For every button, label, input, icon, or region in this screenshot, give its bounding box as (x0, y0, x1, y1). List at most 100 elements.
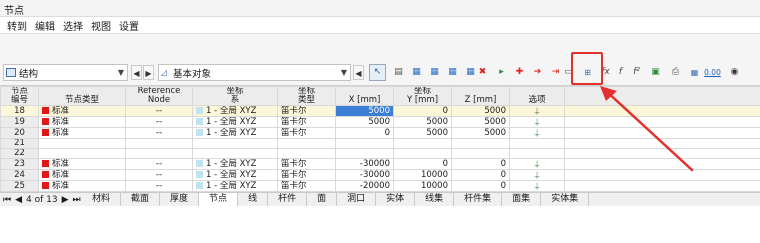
table-row[interactable]: 21 (0, 138, 760, 149)
menu-edit[interactable]: 编辑 (31, 18, 59, 33)
options-cell[interactable]: ⍊ (509, 116, 565, 128)
x-cell[interactable]: -20000 (335, 180, 394, 192)
tab-5[interactable]: 杆件 (268, 192, 308, 207)
spacer-cell[interactable] (564, 158, 760, 170)
x-cell[interactable]: 5000 (335, 116, 394, 128)
spacer-cell[interactable] (564, 169, 760, 181)
tab-4[interactable]: 线 (238, 192, 269, 207)
node-number-cell[interactable]: 18 (0, 105, 39, 117)
x-cell[interactable]: 0 (335, 127, 394, 139)
menu-view[interactable]: 视图 (87, 18, 115, 33)
node-number-cell[interactable]: 21 (0, 138, 39, 149)
last-page-icon[interactable]: ⏭ (73, 195, 81, 205)
coord-system-cell[interactable]: 1 - 全局 XYZ (192, 127, 278, 139)
coord-type-cell[interactable]: 笛卡尔 (277, 127, 336, 139)
node-type-cell[interactable]: 标准 (38, 180, 126, 192)
menu-goto[interactable]: 转到 (3, 18, 31, 33)
coord-system-cell[interactable]: 1 - 全局 XYZ (192, 158, 278, 170)
export-excel-icon[interactable]: ▣ (647, 64, 664, 81)
tab-2[interactable]: 厚度 (160, 192, 200, 207)
coord-system-cell[interactable] (192, 138, 278, 149)
x-cell[interactable] (335, 138, 394, 149)
prev-button[interactable]: ◀ (131, 65, 142, 80)
node-number-cell[interactable]: 22 (0, 148, 39, 159)
table-view-icon[interactable]: ▦ (408, 64, 425, 81)
z-cell[interactable]: 0 (451, 158, 510, 170)
coord-type-cell[interactable]: 笛卡尔 (277, 158, 336, 170)
spacer-cell[interactable] (564, 105, 760, 117)
y-cell[interactable] (393, 148, 452, 159)
options-cell[interactable]: ⍊ (509, 158, 565, 170)
table-row[interactable]: 23 标准 -- 1 - 全局 XYZ 笛卡尔 -30000 0 0 ⍊ (0, 158, 760, 170)
x-cell[interactable]: 5000 (335, 105, 394, 117)
options-cell[interactable] (509, 148, 565, 159)
structure-combo[interactable]: 结构 ▼ (3, 64, 128, 81)
node-number-cell[interactable]: 20 (0, 127, 39, 139)
tab-7[interactable]: 洞口 (337, 192, 377, 207)
node-type-cell[interactable]: 标准 (38, 169, 126, 181)
coord-type-cell[interactable]: 笛卡尔 (277, 105, 336, 117)
move-rows-icon[interactable]: ➔ (529, 64, 546, 81)
filter-icon[interactable]: ▦ (444, 64, 461, 81)
search-icon[interactable]: ◉ (726, 64, 743, 81)
z-cell[interactable]: 0 (451, 180, 510, 192)
insert-row-icon[interactable]: ▸ (493, 64, 510, 81)
options-cell[interactable] (509, 138, 565, 149)
reference-node-cell[interactable]: -- (125, 127, 193, 139)
reference-node-cell[interactable]: -- (125, 158, 193, 170)
function-sup-icon[interactable]: f² (628, 64, 645, 81)
table-row[interactable]: 20 标准 -- 1 - 全局 XYZ 笛卡尔 0 5000 5000 ⍊ (0, 127, 760, 139)
z-cell[interactable]: 0 (451, 169, 510, 181)
node-type-cell[interactable]: 标准 (38, 105, 126, 117)
z-cell[interactable]: 5000 (451, 105, 510, 117)
select-area-icon[interactable]: ▤ (390, 64, 407, 81)
delete-rows-icon[interactable]: ✚ (511, 64, 528, 81)
decimal-places-icon[interactable]: 0.00 (704, 64, 721, 81)
spacer-cell[interactable] (564, 138, 760, 149)
z-cell[interactable] (451, 138, 510, 149)
coord-type-cell[interactable] (277, 148, 336, 159)
x-cell[interactable] (335, 148, 394, 159)
y-cell[interactable]: 10000 (393, 169, 452, 181)
spacer-cell[interactable] (564, 180, 760, 192)
tab-9[interactable]: 线集 (415, 192, 455, 207)
y-cell[interactable]: 5000 (393, 127, 452, 139)
options-cell[interactable]: ⍊ (509, 105, 565, 117)
next-button[interactable]: ▶ (143, 65, 154, 80)
options-cell[interactable]: ⍊ (509, 180, 565, 192)
tab-8[interactable]: 实体 (376, 192, 416, 207)
tab-11[interactable]: 面集 (502, 192, 542, 207)
table-row[interactable]: 18 标准 -- 1 - 全局 XYZ 笛卡尔 5000 0 5000 ⍊ (0, 105, 760, 117)
tab-3[interactable]: 节点 (199, 192, 239, 207)
y-cell[interactable]: 5000 (393, 116, 452, 128)
reference-node-cell[interactable]: -- (125, 116, 193, 128)
print-table-icon[interactable]: ⎙ (667, 64, 684, 81)
spacer-cell[interactable] (564, 127, 760, 139)
z-cell[interactable]: 5000 (451, 116, 510, 128)
coord-type-cell[interactable]: 笛卡尔 (277, 180, 336, 192)
tab-12[interactable]: 实体集 (541, 192, 590, 207)
spacer-cell[interactable] (564, 116, 760, 128)
reference-node-cell[interactable] (125, 148, 193, 159)
column-width-icon[interactable]: ▦ (426, 64, 443, 81)
coord-system-cell[interactable]: 1 - 全局 XYZ (192, 169, 278, 181)
table-row[interactable]: 24 标准 -- 1 - 全局 XYZ 笛卡尔 -30000 10000 0 ⍊ (0, 169, 760, 181)
tab-1[interactable]: 截面 (121, 192, 161, 207)
coord-type-cell[interactable] (277, 138, 336, 149)
tab-6[interactable]: 面 (307, 192, 338, 207)
y-cell[interactable]: 0 (393, 105, 452, 117)
coord-type-cell[interactable]: 笛卡尔 (277, 116, 336, 128)
options-cell[interactable]: ⍊ (509, 127, 565, 139)
y-cell[interactable] (393, 138, 452, 149)
z-cell[interactable] (451, 148, 510, 159)
prev-page-icon[interactable]: ◀ (15, 195, 22, 205)
node-type-cell[interactable]: 标准 (38, 127, 126, 139)
coord-system-cell[interactable]: 1 - 全局 XYZ (192, 105, 278, 117)
node-number-cell[interactable]: 23 (0, 158, 39, 170)
table-row[interactable]: 25 标准 -- 1 - 全局 XYZ 笛卡尔 -20000 10000 0 ⍊ (0, 180, 760, 192)
node-type-cell[interactable]: 标准 (38, 116, 126, 128)
object-type-combo[interactable]: ◿ 基本对象 ▼ (158, 64, 351, 81)
reference-node-cell[interactable]: -- (125, 180, 193, 192)
table-row[interactable]: 22 (0, 148, 760, 159)
coord-type-cell[interactable]: 笛卡尔 (277, 169, 336, 181)
